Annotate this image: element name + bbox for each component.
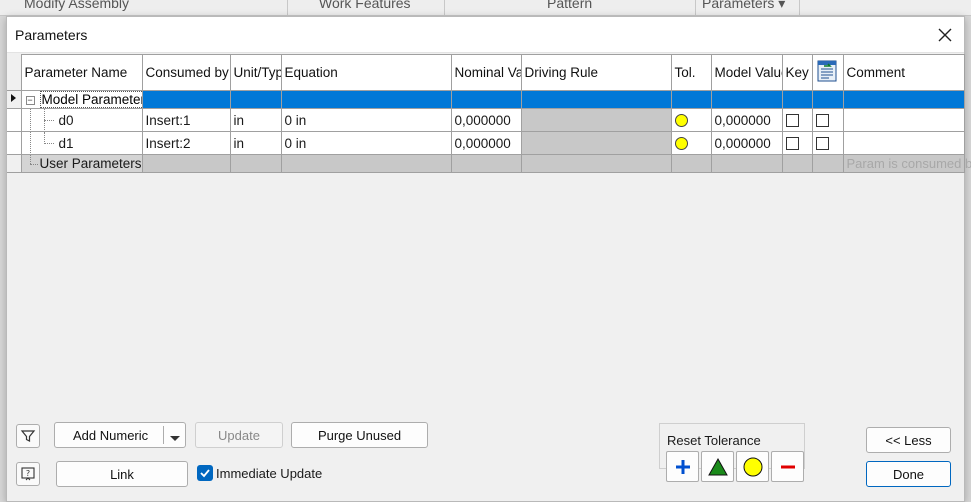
filter-button[interactable]: [16, 424, 40, 448]
col-header-comment[interactable]: Comment: [842, 54, 965, 91]
add-numeric-label: Add Numeric: [73, 427, 149, 443]
table-row[interactable]: d1 Insert:2 in 0 in 0,000000 0,000000: [7, 131, 965, 155]
cell-equation[interactable]: 0 in: [280, 108, 452, 132]
cell-unit[interactable]: in: [229, 108, 282, 132]
help-button[interactable]: ?: [16, 462, 40, 486]
cell-driving-rule: [520, 108, 672, 132]
immediate-update-checkbox[interactable]: [197, 465, 213, 481]
yellow-circle-icon: [743, 457, 762, 476]
col-header-model-value[interactable]: Model Value: [710, 54, 783, 91]
col-header-tolerance[interactable]: Tol.: [670, 54, 712, 91]
cell-export[interactable]: [811, 131, 844, 155]
col-header-equation[interactable]: Equation: [280, 54, 452, 91]
parameters-grid-area: Parameter Name Consumed by Unit/Type Equ…: [7, 54, 971, 411]
tolerance-upper-button[interactable]: [666, 451, 699, 482]
cell-consumed-by: Insert:2: [141, 131, 231, 155]
add-numeric-button[interactable]: Add Numeric: [54, 422, 186, 448]
dialog-title: Parameters: [15, 27, 88, 43]
svg-text:?: ?: [26, 469, 30, 478]
parameter-name-value: d0: [58, 112, 74, 128]
cell-export[interactable]: [811, 108, 844, 132]
key-checkbox[interactable]: [785, 137, 799, 151]
chevron-down-icon[interactable]: [169, 431, 181, 446]
key-checkbox[interactable]: [785, 114, 799, 128]
export-parameter-icon: [817, 60, 836, 82]
cell-key[interactable]: [781, 131, 813, 155]
col-header-parameter-name[interactable]: Parameter Name: [20, 54, 143, 91]
cell-key[interactable]: [781, 108, 813, 132]
parameter-name-value: d1: [58, 135, 74, 151]
reset-tolerance-label: Reset Tolerance: [665, 433, 763, 448]
help-icon: ?: [21, 467, 35, 481]
filter-icon: [20, 430, 36, 442]
dialog-titlebar: Parameters: [7, 17, 964, 53]
cell-tolerance[interactable]: [670, 131, 712, 155]
cell-nominal-value[interactable]: 0,000000: [450, 108, 522, 132]
ribbon-tab-parameters[interactable]: Parameters ▾: [696, 0, 800, 16]
tolerance-lower-button[interactable]: [771, 451, 804, 482]
export-checkbox[interactable]: [815, 114, 829, 128]
row-indicator: [7, 108, 22, 132]
done-button[interactable]: Done: [866, 461, 951, 487]
minus-icon: [780, 465, 795, 468]
update-button[interactable]: Update: [195, 422, 283, 448]
tolerance-nominal-button[interactable]: [736, 451, 769, 482]
tolerance-median-button[interactable]: [701, 451, 734, 482]
col-header-unit-type[interactable]: Unit/Type: [229, 54, 282, 91]
ribbon-tab-work-features[interactable]: Work Features: [288, 0, 445, 16]
group-label-model-parameters: Model Parameters: [39, 91, 141, 108]
green-triangle-icon: [707, 457, 728, 475]
cell-parameter-name[interactable]: d0: [20, 108, 143, 132]
close-icon: [938, 28, 952, 42]
col-header-key[interactable]: Key: [781, 54, 813, 91]
cell-model-value: 0,000000: [710, 108, 783, 132]
current-row-arrow-icon: [11, 94, 16, 102]
col-header-driving-rule[interactable]: Driving Rule: [520, 54, 672, 91]
collapse-toggle-icon[interactable]: −: [25, 96, 35, 105]
plus-icon: [675, 459, 690, 474]
less-button[interactable]: << Less: [866, 427, 951, 453]
ribbon-tab-modify-assembly[interactable]: Modify Assembly: [0, 0, 288, 16]
purge-unused-button[interactable]: Purge Unused: [291, 422, 428, 448]
tolerance-nominal-icon[interactable]: [674, 114, 688, 128]
col-header-export[interactable]: [811, 54, 844, 91]
col-header-nominal-value[interactable]: Nominal Value: [450, 54, 522, 91]
consumed-by-tooltip-ghost: Param is consumed by: [846, 156, 971, 171]
link-button[interactable]: Link: [56, 461, 188, 487]
row-indicator: [7, 90, 22, 109]
parameters-grid: Parameter Name Consumed by Unit/Type Equ…: [7, 54, 971, 173]
tree-cell-user-parameters[interactable]: User Parameters: [20, 154, 143, 173]
cell-nominal-value[interactable]: 0,000000: [450, 131, 522, 155]
group-row-model-parameters[interactable]: − Model Parameters: [7, 90, 965, 109]
export-checkbox[interactable]: [815, 137, 829, 151]
cell-comment[interactable]: [842, 108, 965, 132]
cell-driving-rule: [520, 131, 672, 155]
group-row-user-parameters[interactable]: User Parameters Param is consumed by: [7, 154, 971, 173]
cell-equation[interactable]: 0 in: [280, 131, 452, 155]
cell-unit[interactable]: in: [229, 131, 282, 155]
ribbon-bar: Modify Assembly Work Features Pattern Pa…: [0, 0, 971, 16]
row-indicator: [7, 154, 22, 173]
tolerance-nominal-icon[interactable]: [674, 137, 688, 151]
close-button[interactable]: [932, 23, 958, 47]
checkmark-icon: [200, 469, 210, 478]
cell-comment[interactable]: [842, 131, 965, 155]
parameters-dialog: Parameters Parameter Name Consumed by Un…: [6, 16, 971, 502]
cell-consumed-by: Insert:1: [141, 108, 231, 132]
group-label-user-parameters: User Parameters: [39, 156, 142, 171]
immediate-update-label[interactable]: Immediate Update: [216, 466, 322, 481]
tree-cell-model-parameters[interactable]: − Model Parameters: [20, 90, 143, 109]
table-row[interactable]: d0 Insert:1 in 0 in 0,000000 0,000000: [7, 108, 965, 132]
cell-tolerance[interactable]: [670, 108, 712, 132]
col-header-consumed-by[interactable]: Consumed by: [141, 54, 231, 91]
header-gutter: [7, 54, 22, 91]
ribbon-tab-pattern[interactable]: Pattern: [445, 0, 696, 16]
row-indicator: [7, 131, 22, 155]
cell-parameter-name[interactable]: d1: [20, 131, 143, 155]
cell-model-value: 0,000000: [710, 131, 783, 155]
